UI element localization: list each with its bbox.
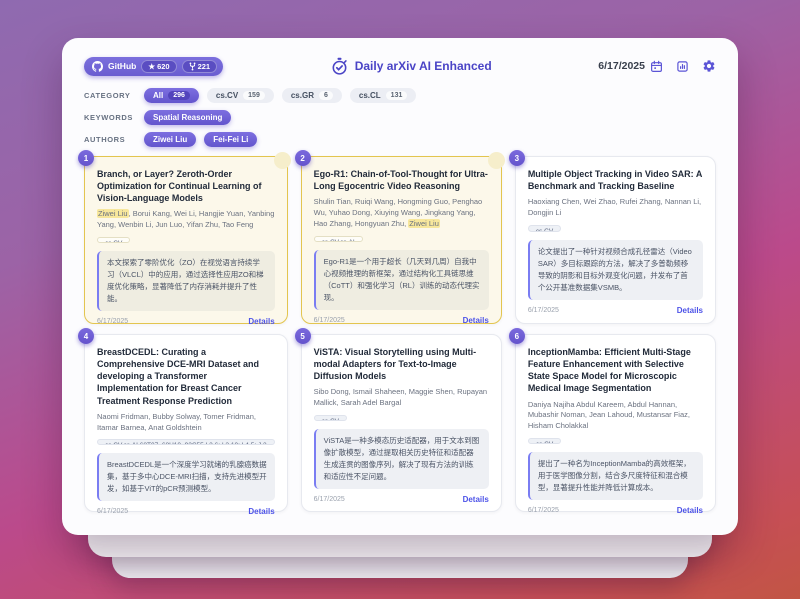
app-logo-icon [330, 57, 349, 76]
app-background: GitHub ★620 221 Daily arXiv AI Enhanced … [0, 0, 800, 599]
github-label: GitHub [108, 61, 136, 71]
details-link[interactable]: Details [248, 507, 274, 516]
paper-date: 6/17/2025 [97, 318, 128, 325]
paper-authors: Haoxiang Chen, Wei Zhao, Rufei Zhang, Na… [528, 197, 703, 219]
paper-authors: Naomi Fridman, Bubby Solway, Tomer Fridm… [97, 412, 275, 434]
paper-summary: ViSTA是一种多模态历史适配器，用于文本到图像扩散模型，通过提取相关历史特征和… [314, 429, 489, 489]
keyword-pill-spatial-reasoning[interactable]: Spatial Reasoning [144, 110, 231, 125]
category-pill-cs-gr[interactable]: cs.GR6 [282, 88, 342, 103]
authors-filter-row: AUTHORS Ziwei Liu Fei-Fei Li [84, 132, 716, 147]
category-tag: cs.CV,cs.AI,68T07, 68U10, 92C55,I.2.6; I… [97, 439, 275, 445]
current-date: 6/17/2025 [598, 60, 645, 72]
category-tag: cs.CV [528, 225, 561, 232]
paper-card-2: 2 Ego-R1: Chain-of-Tool-Thought for Ultr… [301, 156, 502, 324]
details-link[interactable]: Details [677, 306, 703, 315]
category-filter-row: CATEGORY All296 cs.CV159 cs.GR6 cs.CL131 [84, 88, 716, 103]
github-icon [92, 61, 103, 72]
star-icon: ★ [148, 62, 155, 71]
paper-title[interactable]: Multiple Object Tracking in Video SAR: A… [528, 168, 703, 192]
paper-date: 6/17/2025 [314, 496, 345, 503]
paper-summary: BreastDCEDL是一个深度学习就绪的乳腺癌数据集，基于多中心DCE-MRI… [97, 453, 275, 501]
paper-summary: 本文探索了零阶优化（ZO）在视觉语言持续学习（VLCL）中的应用，通过选择性应用… [97, 251, 275, 311]
card-number-badge: 2 [295, 150, 311, 166]
paper-authors: Sibo Dong, Ismail Shaheen, Maggie Shen, … [314, 387, 489, 409]
paper-title[interactable]: Branch, or Layer? Zeroth-Order Optimizat… [97, 168, 275, 204]
card-number-badge: 4 [78, 328, 94, 344]
date-display: 6/17/2025 [598, 60, 663, 73]
paper-date: 6/17/2025 [528, 507, 559, 514]
paper-authors: Shulin Tian, Ruiqi Wang, Hongming Guo, P… [314, 197, 489, 230]
stats-icon[interactable] [676, 60, 689, 73]
card-number-badge: 5 [295, 328, 311, 344]
github-button[interactable]: GitHub ★620 221 [84, 57, 223, 76]
calendar-icon[interactable] [650, 60, 663, 73]
paper-authors: Ziwei Liu, Borui Kang, Wei Li, Hangjie Y… [97, 209, 275, 231]
details-link[interactable]: Details [463, 495, 489, 504]
paper-card-4: 4 BreastDCEDL: Curating a Comprehensive … [84, 334, 288, 512]
category-tag: cs.CV [528, 438, 561, 444]
authors-label: AUTHORS [84, 135, 144, 144]
highlighted-author: Ziwei Liu [408, 219, 440, 228]
star-count-badge: ★620 [141, 60, 176, 73]
app-brand: Daily arXiv AI Enhanced [330, 57, 492, 76]
keywords-label: KEYWORDS [84, 113, 144, 122]
settings-gear-icon[interactable] [702, 59, 716, 73]
card-number-badge: 6 [509, 328, 525, 344]
category-pill-cs-cl[interactable]: cs.CL131 [350, 88, 416, 103]
app-title: Daily arXiv AI Enhanced [355, 59, 492, 73]
fork-icon [189, 62, 196, 71]
author-pill-ziwei-liu[interactable]: Ziwei Liu [144, 132, 196, 147]
category-tag: cs.CV [314, 415, 347, 421]
paper-card-1: 1 Branch, or Layer? Zeroth-Order Optimiz… [84, 156, 288, 324]
details-link[interactable]: Details [463, 316, 489, 325]
paper-card-5: 5 ViSTA: Visual Storytelling using Multi… [301, 334, 502, 512]
paper-title[interactable]: Ego-R1: Chain-of-Tool-Thought for Ultra-… [314, 168, 489, 192]
category-pill-all[interactable]: All296 [144, 88, 199, 103]
category-tag: cs.CV [97, 237, 130, 243]
paper-authors: Daniya Najiha Abdul Kareem, Abdul Hannan… [528, 400, 703, 433]
header-actions: 6/17/2025 [598, 59, 716, 73]
paper-title[interactable]: BreastDCEDL: Curating a Comprehensive DC… [97, 346, 275, 407]
paper-summary: 论文提出了一种针对视频合成孔径雷达（Video SAR）多目标跟踪的方法，解决了… [528, 240, 703, 300]
details-link[interactable]: Details [248, 317, 274, 326]
category-tag: cs.CV,cs.AI [314, 236, 363, 242]
paper-date: 6/17/2025 [528, 307, 559, 314]
highlighted-author: Ziwei Liu [97, 209, 129, 218]
card-number-badge: 3 [509, 150, 525, 166]
paper-title[interactable]: InceptionMamba: Efficient Multi-Stage Fe… [528, 346, 703, 395]
paper-date: 6/17/2025 [314, 317, 345, 324]
card-number-badge: 1 [78, 150, 94, 166]
author-pill-fei-fei-li[interactable]: Fei-Fei Li [204, 132, 257, 147]
category-label: CATEGORY [84, 91, 144, 100]
paper-summary: Ego-R1是一个用于超长（几天到几周）自我中心视频推理的新框架，通过结构化工具… [314, 250, 489, 310]
filter-section: CATEGORY All296 cs.CV159 cs.GR6 cs.CL131… [84, 88, 716, 147]
paper-card-6: 6 InceptionMamba: Efficient Multi-Stage … [515, 334, 716, 512]
keywords-filter-row: KEYWORDS Spatial Reasoning [84, 110, 716, 125]
category-pill-cs-cv[interactable]: cs.CV159 [207, 88, 274, 103]
paper-summary: 提出了一种名为InceptionMamba的高效框架，用于医学图像分割，结合多尺… [528, 452, 703, 500]
paper-date: 6/17/2025 [97, 508, 128, 515]
header: GitHub ★620 221 Daily arXiv AI Enhanced … [84, 54, 716, 78]
main-panel: GitHub ★620 221 Daily arXiv AI Enhanced … [62, 38, 738, 535]
paper-card-3: 3 Multiple Object Tracking in Video SAR:… [515, 156, 716, 324]
paper-title[interactable]: ViSTA: Visual Storytelling using Multi-m… [314, 346, 489, 382]
fork-count-badge: 221 [182, 60, 218, 73]
details-link[interactable]: Details [677, 506, 703, 515]
papers-grid: 1 Branch, or Layer? Zeroth-Order Optimiz… [84, 156, 716, 512]
